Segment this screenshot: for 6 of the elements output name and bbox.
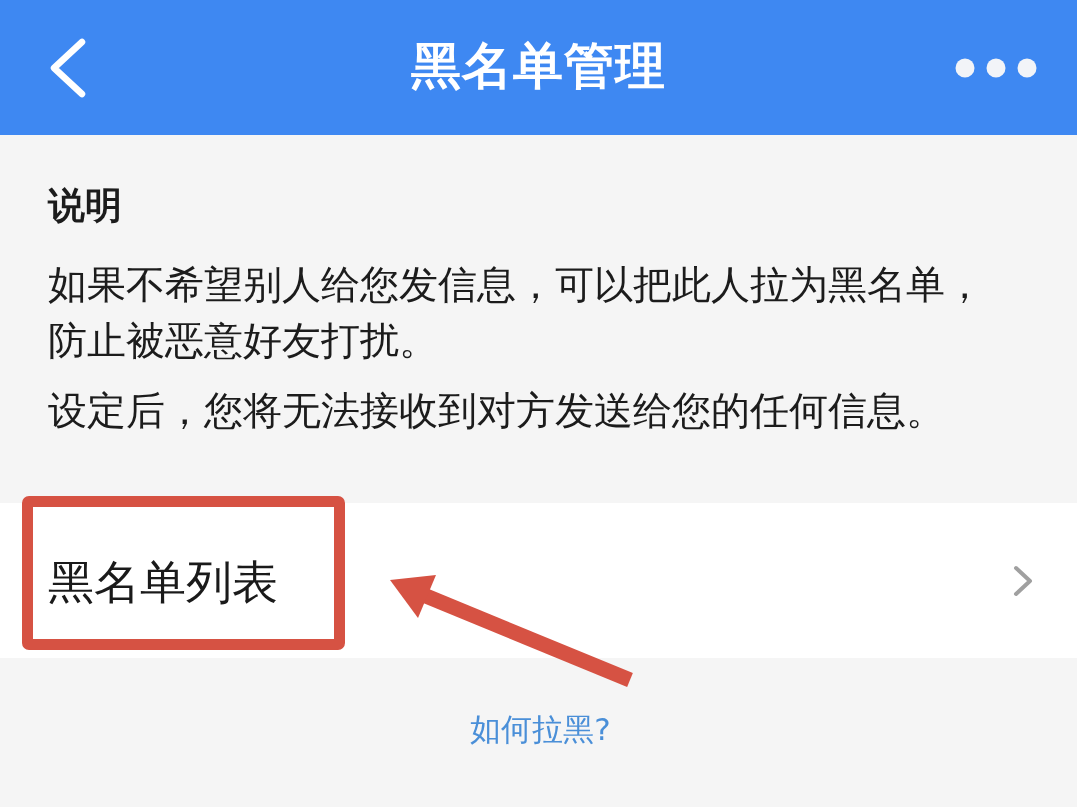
section-heading: 说明 <box>48 183 123 229</box>
page-title: 黑名单管理 <box>411 36 666 96</box>
chevron-right-icon <box>1013 564 1033 597</box>
more-icon[interactable] <box>955 57 1037 78</box>
description-text: 如果不希望别人给您发信息，可以把此人拉为黑名单，防止被恶意好友打扰。 <box>48 261 985 365</box>
description-text: 设定后，您将无法接收到对方发送给您的任何信息。 <box>48 387 946 435</box>
